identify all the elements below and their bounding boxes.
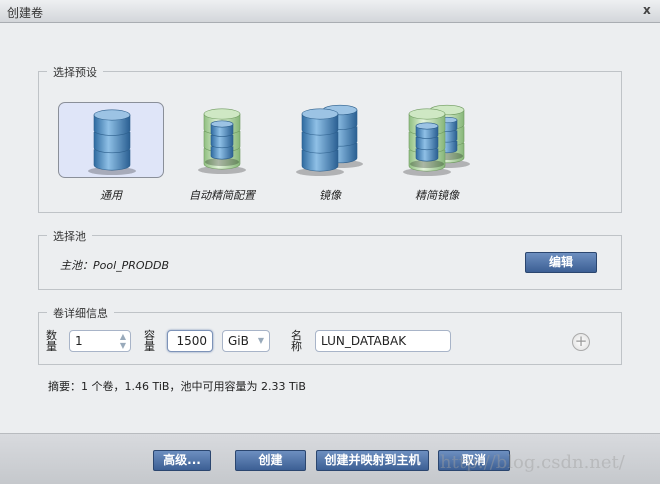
unit-select[interactable]: GiB ▼ bbox=[222, 330, 270, 352]
main-pool-text: 主池：Pool_PRODDB bbox=[60, 259, 170, 272]
preset-label: 镜像 bbox=[319, 189, 341, 202]
count-value: 1 bbox=[75, 334, 83, 348]
count-label: 数量 bbox=[46, 329, 57, 353]
preset-thin-mirror[interactable] bbox=[384, 102, 490, 178]
title-bar: 创建卷 x bbox=[0, 0, 660, 23]
details-fieldset: 卷详细信息 数量 1 ▲ ▼ 容量 1500 GiB ▼ 名称 LUN_DATA… bbox=[38, 305, 622, 365]
create-and-map-button[interactable]: 创建并映射到主机 bbox=[316, 450, 429, 471]
preset-label: 精简镜像 bbox=[415, 189, 459, 202]
pool-legend: 选择池 bbox=[47, 228, 92, 244]
preset-mirror[interactable] bbox=[277, 102, 383, 178]
database-thin-mirror-icon bbox=[403, 104, 470, 176]
preset-label: 通用 bbox=[100, 189, 122, 202]
close-icon[interactable]: x bbox=[643, 3, 651, 17]
name-label: 名称 bbox=[291, 329, 302, 353]
count-stepper[interactable]: 1 ▲ ▼ bbox=[69, 330, 131, 352]
create-button[interactable]: 创建 bbox=[235, 450, 306, 471]
stepper-down-icon[interactable]: ▼ bbox=[120, 341, 126, 350]
database-mirror-icon bbox=[296, 104, 363, 176]
capacity-input[interactable]: 1500 bbox=[167, 330, 213, 352]
name-input[interactable]: LUN_DATABAK bbox=[315, 330, 451, 352]
preset-legend: 选择预设 bbox=[47, 64, 103, 80]
capacity-label: 容量 bbox=[144, 329, 155, 353]
edit-button[interactable]: 编辑 bbox=[525, 252, 597, 273]
footer: 高级... 创建 创建并映射到主机 取消 bbox=[0, 433, 660, 484]
database-thin-icon bbox=[198, 108, 246, 174]
preset-thin[interactable] bbox=[169, 102, 275, 178]
details-legend: 卷详细信息 bbox=[47, 305, 114, 321]
stepper-up-icon[interactable]: ▲ bbox=[120, 332, 126, 341]
dialog-title: 创建卷 bbox=[7, 6, 44, 20]
cancel-button[interactable]: 取消 bbox=[438, 450, 510, 471]
advanced-button[interactable]: 高级... bbox=[153, 450, 211, 471]
unit-value: GiB bbox=[228, 334, 249, 348]
preset-fieldset: 选择预设 通用 自动精简配置 镜像 精简镜像 bbox=[38, 64, 622, 213]
chevron-down-icon: ▼ bbox=[257, 336, 264, 345]
preset-label: 自动精简配置 bbox=[189, 189, 255, 202]
add-icon[interactable]: + bbox=[572, 333, 590, 351]
database-blue-icon bbox=[88, 109, 136, 175]
pool-fieldset: 选择池 主池：Pool_PRODDB 编辑 bbox=[38, 228, 622, 290]
preset-general[interactable] bbox=[58, 102, 164, 178]
summary-text: 摘要：1 个卷，1.46 TiB，池中可用容量为 2.33 TiB bbox=[48, 380, 306, 393]
